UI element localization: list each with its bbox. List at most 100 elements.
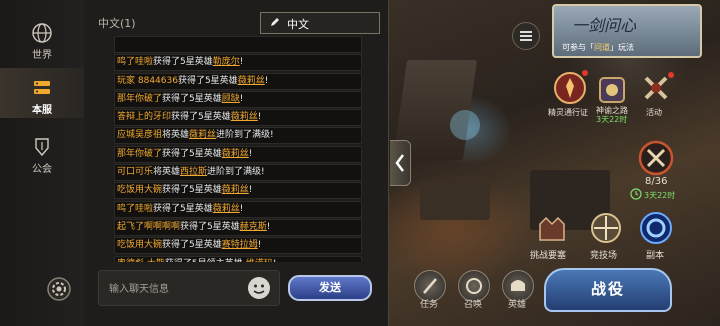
chat-message[interactable]: 可口可乐将英雄西拉斯进阶到了满级!: [114, 164, 362, 182]
scene-structure: [420, 180, 490, 220]
chat-message[interactable]: 吃饭用大碗获得了5星英雄赛特拉姆!: [114, 237, 362, 255]
message-text: 获得了5星英雄: [171, 112, 231, 123]
banner-title: 一剑问心: [572, 16, 637, 35]
message-text: !: [239, 203, 244, 214]
sender-name[interactable]: 吃饭用大碗: [117, 240, 162, 250]
send-button[interactable]: 发送: [288, 275, 372, 301]
message-text: !: [266, 221, 271, 232]
battle-button[interactable]: 战役: [544, 268, 672, 312]
hero-name-link[interactable]: 薇莉丝: [213, 204, 240, 214]
banner-sub-highlight: 问道: [594, 43, 610, 52]
banner-sub-pre: 可参与「: [562, 43, 594, 52]
emoji-icon[interactable]: [247, 276, 271, 300]
chat-message-input[interactable]: [107, 271, 251, 307]
nav-item-server[interactable]: 本服: [0, 77, 84, 116]
sender-name[interactable]: 吃饭用大碗: [117, 185, 162, 195]
message-text: 进阶到了满级!: [216, 130, 274, 141]
settings-gear-icon[interactable]: [46, 276, 72, 302]
activity-label: 活动: [646, 108, 662, 117]
summon-label: 召唤: [463, 300, 482, 310]
clock-icon: [630, 188, 642, 200]
chat-header: 中文(1) 中文: [84, 10, 388, 34]
collapse-chat-tab[interactable]: [390, 140, 411, 186]
message-text: 获得了5星英雄: [180, 221, 240, 232]
portal-icon[interactable]: [638, 210, 674, 246]
chat-message[interactable]: 那年你破了获得了5星英雄顾缺!: [114, 90, 362, 108]
message-text: 获得了5星领主英雄-: [165, 259, 246, 262]
chat-message[interactable]: 奥德彪 大熊获得了5星领主英雄-维诺玛!: [114, 255, 362, 262]
hero-name-link[interactable]: 顾缺: [222, 94, 240, 104]
hero-name-link[interactable]: 勒庞尔: [213, 57, 240, 67]
chevron-left-icon: [395, 154, 404, 172]
message-text: !: [248, 148, 253, 159]
message-text: 获得了5星英雄: [162, 185, 222, 196]
channel-select[interactable]: 中文: [260, 12, 380, 34]
message-text: !: [248, 185, 253, 196]
challenge-label: 挑战要塞: [530, 251, 567, 261]
sender-name[interactable]: 起飞了啊啊啊啊: [117, 222, 180, 232]
hero-label: 英雄: [507, 300, 526, 310]
hero-name-link[interactable]: 薇莉丝: [189, 130, 216, 140]
sender-name[interactable]: 可口可乐: [117, 167, 153, 177]
sender-name[interactable]: 答辩上的牙印: [117, 112, 171, 122]
chat-message[interactable]: 答辩上的牙印获得了5星英雄薇莉丝!: [114, 109, 362, 127]
event-banner[interactable]: 一剑问心 可参与「问道」玩法: [552, 4, 702, 58]
nav-item-world[interactable]: 世界: [0, 22, 84, 61]
hero-name-link[interactable]: 赛特拉姆: [222, 240, 258, 250]
chat-input-row: 发送: [98, 270, 382, 307]
nav-item-guild[interactable]: 公会: [0, 136, 84, 175]
hero-name-link[interactable]: 赫克斯: [240, 222, 267, 232]
message-text: !: [257, 240, 262, 251]
sender-name[interactable]: 应城吴彦祖: [117, 130, 162, 140]
chat-message[interactable]: 鸣了哇啦获得了5星英雄勒庞尔!: [114, 54, 362, 72]
hero-name-link[interactable]: 维诺玛: [246, 259, 273, 262]
fortress-icon[interactable]: [534, 210, 570, 246]
sender-name[interactable]: 玩家 8844636: [117, 76, 178, 86]
globe-icon: [32, 23, 52, 43]
chat-message[interactable]: 那年你破了获得了5星英雄薇莉丝!: [114, 145, 362, 163]
message-text: !: [264, 75, 269, 86]
chat-message[interactable]: 起飞了啊啊啊啊获得了5星英雄赫克斯!: [114, 218, 362, 236]
god-road-icon[interactable]: [594, 72, 630, 108]
task-label: 任务: [419, 300, 438, 310]
sender-name[interactable]: 鸣了哇啦: [117, 204, 153, 214]
sender-name[interactable]: 鸣了哇啦: [117, 57, 153, 67]
banner-sub-post: 」玩法: [610, 43, 634, 52]
notification-dot: [668, 72, 674, 78]
nav-item-label: 世界: [32, 50, 52, 61]
chat-message-list[interactable]: 鸣了哇啦获得了5星英雄勒庞尔! 玩家 8844636获得了5星英雄薇莉丝! 那年你破…: [114, 36, 362, 262]
banner-subtitle: 可参与「问道」玩法: [562, 42, 634, 53]
hero-name-link[interactable]: 薇莉丝: [238, 76, 265, 86]
counter-label: 8/36: [645, 176, 668, 187]
pencil-icon: [271, 18, 279, 26]
chat-message[interactable]: 吃饭用大碗获得了5星英雄薇莉丝!: [114, 182, 362, 200]
crossed-swords-icon[interactable]: [638, 140, 674, 176]
nav-item-label: 本服: [32, 105, 52, 116]
message-text: 进阶到了满级!: [207, 167, 265, 178]
chat-channel-nav: 世界 本服 公会: [0, 0, 85, 326]
chat-message[interactable]: 应城吴彦祖将英雄薇莉丝进阶到了满级!: [114, 127, 362, 145]
message-text: 获得了5星英雄: [162, 148, 222, 159]
hero-name-link[interactable]: 西拉斯: [180, 167, 207, 177]
hero-name-link[interactable]: 薇莉丝: [222, 185, 249, 195]
sender-name[interactable]: 奥德彪 大熊: [117, 259, 165, 262]
message-text: 获得了5星英雄: [162, 240, 222, 251]
guild-icon: [35, 138, 49, 157]
message-text: !: [239, 57, 244, 68]
hero-name-link[interactable]: 薇莉丝: [222, 149, 249, 159]
server-icon: [34, 81, 50, 94]
sender-name[interactable]: 那年你破了: [117, 149, 162, 159]
notification-dot: [582, 70, 588, 76]
sender-name[interactable]: 那年你破了: [117, 94, 162, 104]
chat-message[interactable]: [114, 36, 362, 53]
chat-input-box: [98, 270, 280, 307]
hero-name-link[interactable]: 薇莉丝: [231, 112, 258, 122]
god-road-timer: 3天22时: [596, 115, 628, 124]
chat-message[interactable]: 鸣了哇啦获得了5星英雄薇莉丝!: [114, 200, 362, 218]
chat-message[interactable]: 玩家 8844636获得了5星英雄薇莉丝!: [114, 72, 362, 90]
menu-button[interactable]: [512, 22, 540, 50]
message-text: !: [273, 259, 277, 262]
counter-timer: 3天22时: [644, 191, 676, 200]
arena-icon[interactable]: [588, 210, 624, 246]
chat-panel: 中文(1) 中文 鸣了哇啦获得了5星英雄勒庞尔! 玩家 8844636获得了5星英…: [84, 0, 389, 326]
